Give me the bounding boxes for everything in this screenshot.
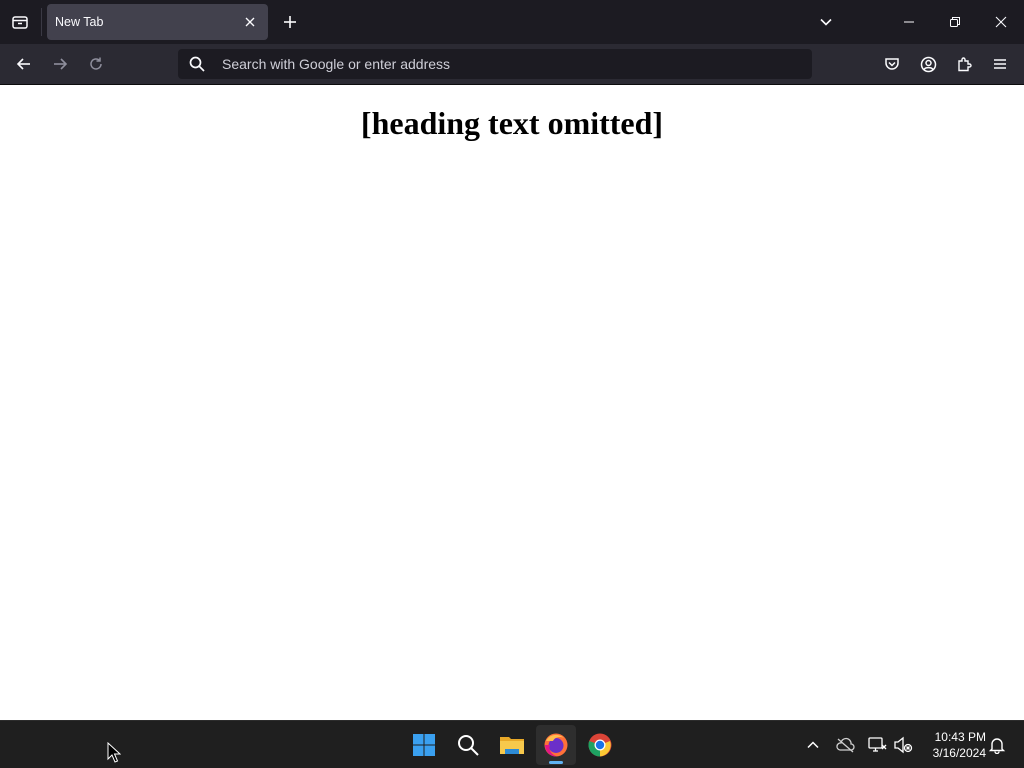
puzzle-icon bbox=[958, 57, 972, 72]
search-icon bbox=[189, 56, 205, 72]
volume-tray-icon[interactable] bbox=[892, 734, 914, 756]
address-input[interactable] bbox=[222, 49, 802, 79]
close-icon bbox=[245, 17, 255, 27]
minimize-icon bbox=[904, 21, 914, 23]
arrow-right-icon bbox=[54, 58, 68, 70]
show-hidden-icons-button[interactable] bbox=[802, 734, 824, 756]
clock-date: 3/16/2024 bbox=[932, 746, 986, 760]
arrow-left-icon bbox=[16, 58, 30, 70]
page-content: [heading text omitted] bbox=[0, 85, 1024, 720]
search-icon bbox=[458, 735, 479, 756]
chevron-down-icon bbox=[820, 18, 832, 26]
forward-button[interactable] bbox=[44, 48, 76, 80]
page-heading: [heading text omitted] bbox=[360, 105, 664, 141]
address-bar[interactable] bbox=[178, 49, 812, 79]
close-window-button[interactable] bbox=[978, 0, 1024, 44]
extensions-button[interactable] bbox=[948, 48, 980, 80]
cloud-offline-icon bbox=[836, 737, 855, 753]
account-button[interactable] bbox=[912, 48, 944, 80]
chrome-icon bbox=[588, 733, 612, 757]
pocket-icon bbox=[885, 58, 899, 70]
active-app-indicator bbox=[549, 761, 563, 764]
network-disconnected-icon bbox=[868, 737, 887, 752]
tab-strip: New Tab bbox=[0, 0, 1024, 44]
tab-title: New Tab bbox=[55, 15, 104, 29]
back-button[interactable] bbox=[8, 48, 40, 80]
reload-button[interactable] bbox=[80, 48, 112, 80]
tab-new-tab[interactable]: New Tab bbox=[47, 4, 268, 40]
speaker-muted-icon bbox=[894, 736, 913, 754]
chevron-up-icon bbox=[807, 741, 819, 749]
list-all-tabs-button[interactable] bbox=[810, 6, 842, 38]
reload-icon bbox=[90, 57, 102, 70]
firefox-taskbar-button[interactable] bbox=[536, 725, 576, 765]
network-tray-icon[interactable] bbox=[866, 734, 888, 756]
restore-icon bbox=[950, 17, 960, 27]
account-icon bbox=[920, 56, 936, 72]
taskbar-clock[interactable]: 10:43 PM 3/16/2024 bbox=[916, 729, 986, 761]
notifications-button[interactable] bbox=[986, 734, 1008, 756]
taskbar: 10:43 PM 3/16/2024 bbox=[0, 720, 1024, 768]
plus-icon bbox=[284, 16, 296, 28]
start-button[interactable] bbox=[404, 725, 444, 765]
firefox-icon bbox=[544, 733, 568, 757]
chrome-taskbar-button[interactable] bbox=[580, 725, 620, 765]
close-icon bbox=[995, 16, 1007, 28]
bell-icon bbox=[988, 738, 1006, 754]
navigation-toolbar bbox=[0, 44, 1024, 85]
tab-list-button[interactable] bbox=[4, 6, 36, 38]
mouse-cursor-icon bbox=[107, 742, 121, 763]
tab-close-button[interactable] bbox=[238, 10, 262, 34]
minimize-button[interactable] bbox=[886, 0, 932, 44]
windows-logo-icon bbox=[413, 734, 435, 756]
folder-icon bbox=[500, 737, 524, 754]
onedrive-tray-icon[interactable] bbox=[834, 734, 856, 756]
save-to-pocket-button[interactable] bbox=[876, 48, 908, 80]
file-explorer-button[interactable] bbox=[492, 725, 532, 765]
taskbar-search-button[interactable] bbox=[448, 725, 488, 765]
hamburger-menu-icon bbox=[994, 59, 1006, 69]
tab-separator bbox=[41, 8, 42, 36]
clock-time: 10:43 PM bbox=[934, 730, 986, 744]
application-menu-button[interactable] bbox=[984, 48, 1016, 80]
tab-list-icon bbox=[12, 16, 28, 29]
new-tab-button[interactable] bbox=[274, 6, 306, 38]
restore-button[interactable] bbox=[932, 0, 978, 44]
